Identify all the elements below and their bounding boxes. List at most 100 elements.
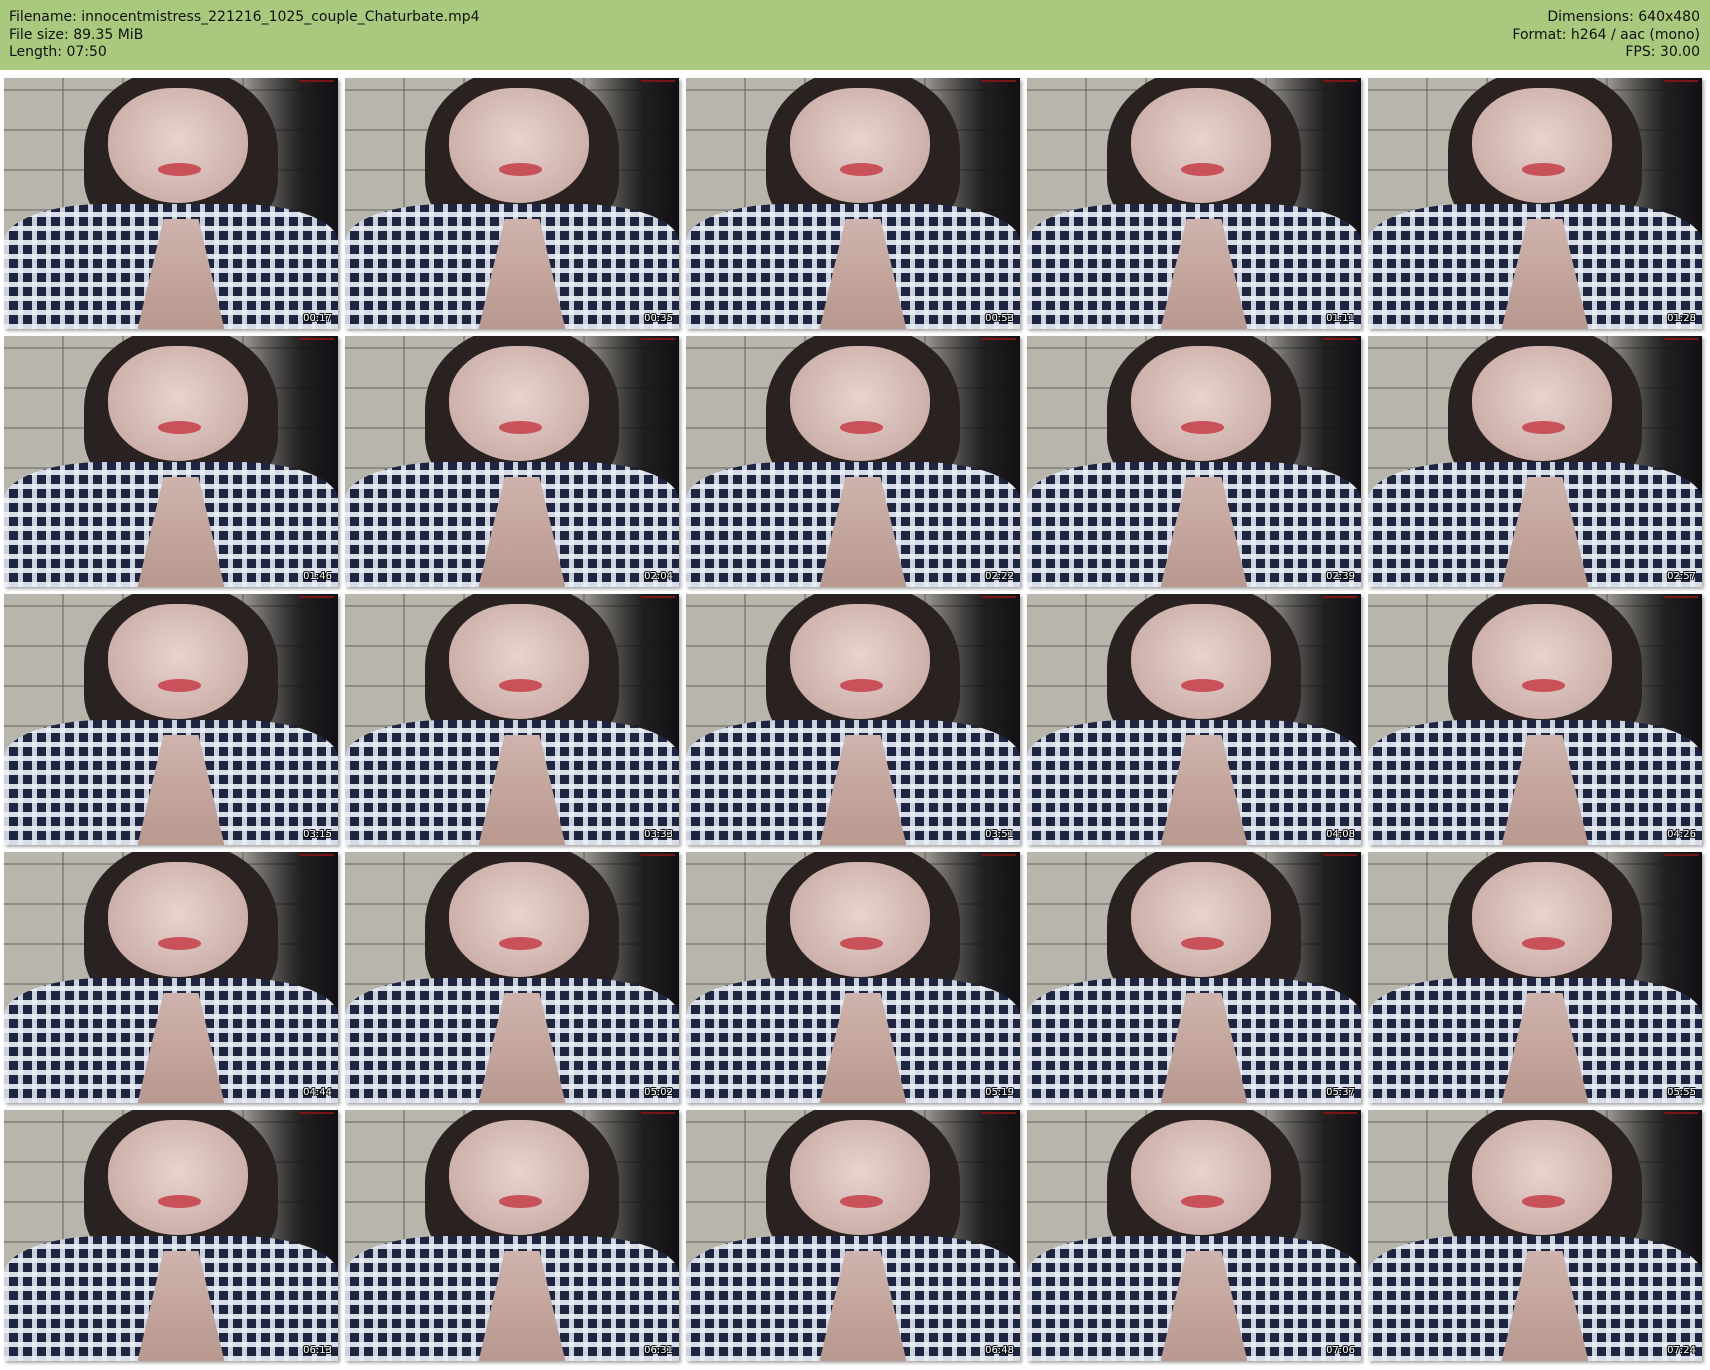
video-frame-thumbnail[interactable]: 05:19 bbox=[686, 852, 1020, 1103]
lips-shape bbox=[1180, 421, 1225, 434]
face-shape bbox=[789, 88, 930, 204]
video-frame-thumbnail[interactable]: 07:06 bbox=[1027, 1110, 1361, 1361]
video-frame-thumbnail[interactable]: 04:08 bbox=[1027, 594, 1361, 845]
video-frame-thumbnail[interactable]: 00:17 bbox=[4, 78, 338, 329]
recording-bar bbox=[300, 80, 334, 82]
lips-shape bbox=[1521, 937, 1566, 950]
recording-bar bbox=[1664, 596, 1698, 598]
frame-timestamp: 02:57 bbox=[1667, 571, 1696, 582]
frame-timestamp: 05:19 bbox=[985, 1087, 1014, 1098]
face-shape bbox=[107, 88, 248, 204]
video-frame-thumbnail[interactable]: 05:37 bbox=[1027, 852, 1361, 1103]
lips-shape bbox=[839, 163, 884, 176]
recording-bar bbox=[1664, 80, 1698, 82]
frame-timestamp: 07:24 bbox=[1667, 1345, 1696, 1356]
recording-bar bbox=[300, 596, 334, 598]
recording-bar bbox=[982, 338, 1016, 340]
video-frame-thumbnail[interactable]: 05:02 bbox=[345, 852, 679, 1103]
face-shape bbox=[448, 346, 589, 462]
lips-shape bbox=[1521, 679, 1566, 692]
video-frame-thumbnail[interactable]: 02:22 bbox=[686, 336, 1020, 587]
face-shape bbox=[1471, 604, 1612, 720]
video-frame-thumbnail[interactable]: 07:24 bbox=[1368, 1110, 1702, 1361]
format-label: Format: h264 / aac (mono) bbox=[1512, 26, 1700, 43]
face-shape bbox=[789, 862, 930, 978]
face-shape bbox=[1471, 88, 1612, 204]
lips-shape bbox=[1521, 1195, 1566, 1208]
frame-timestamp: 03:15 bbox=[303, 829, 332, 840]
frame-timestamp: 05:02 bbox=[644, 1087, 673, 1098]
recording-bar bbox=[641, 80, 675, 82]
dimensions-label: Dimensions: 640x480 bbox=[1547, 9, 1700, 25]
lips-shape bbox=[157, 937, 202, 950]
frame-timestamp: 03:33 bbox=[644, 829, 673, 840]
fps-label: FPS: 30.00 bbox=[1625, 44, 1700, 60]
thumbnail-grid: 00:17 00:35 00:53 01:11 01:28 01:46 02:04 02:22… bbox=[4, 78, 1706, 1364]
face-shape bbox=[789, 1120, 930, 1236]
video-frame-thumbnail[interactable]: 01:28 bbox=[1368, 78, 1702, 329]
video-frame-thumbnail[interactable]: 03:15 bbox=[4, 594, 338, 845]
video-frame-thumbnail[interactable]: 03:33 bbox=[345, 594, 679, 845]
length-label: Length: 07:50 bbox=[9, 44, 107, 60]
face-shape bbox=[107, 1120, 248, 1236]
lips-shape bbox=[839, 421, 884, 434]
video-frame-thumbnail[interactable]: 04:26 bbox=[1368, 594, 1702, 845]
lips-shape bbox=[157, 421, 202, 434]
face-shape bbox=[448, 1120, 589, 1236]
recording-bar bbox=[1323, 854, 1357, 856]
recording-bar bbox=[1323, 80, 1357, 82]
video-frame-thumbnail[interactable]: 02:57 bbox=[1368, 336, 1702, 587]
video-info: Dimensions: 640x480 Format: h264 / aac (… bbox=[1512, 9, 1700, 62]
filename-label: Filename: innocentmistress_221216_1025_c… bbox=[9, 9, 480, 25]
video-frame-thumbnail[interactable]: 06:31 bbox=[345, 1110, 679, 1361]
face-shape bbox=[448, 88, 589, 204]
frame-timestamp: 02:22 bbox=[985, 571, 1014, 582]
video-frame-thumbnail[interactable]: 01:46 bbox=[4, 336, 338, 587]
face-shape bbox=[789, 604, 930, 720]
frame-timestamp: 01:46 bbox=[303, 571, 332, 582]
frame-timestamp: 04:26 bbox=[1667, 829, 1696, 840]
video-frame-thumbnail[interactable]: 06:48 bbox=[686, 1110, 1020, 1361]
recording-bar bbox=[641, 596, 675, 598]
recording-bar bbox=[982, 1112, 1016, 1114]
recording-bar bbox=[1323, 596, 1357, 598]
face-shape bbox=[1130, 1120, 1271, 1236]
frame-timestamp: 00:53 bbox=[985, 313, 1014, 324]
video-frame-thumbnail[interactable]: 05:55 bbox=[1368, 852, 1702, 1103]
frame-timestamp: 06:13 bbox=[303, 1345, 332, 1356]
face-shape bbox=[107, 346, 248, 462]
video-frame-thumbnail[interactable]: 04:44 bbox=[4, 852, 338, 1103]
frame-timestamp: 02:04 bbox=[644, 571, 673, 582]
frame-timestamp: 05:37 bbox=[1326, 1087, 1355, 1098]
video-frame-thumbnail[interactable]: 02:04 bbox=[345, 336, 679, 587]
recording-bar bbox=[1664, 338, 1698, 340]
lips-shape bbox=[839, 937, 884, 950]
video-frame-thumbnail[interactable]: 03:51 bbox=[686, 594, 1020, 845]
video-frame-thumbnail[interactable]: 00:35 bbox=[345, 78, 679, 329]
face-shape bbox=[107, 862, 248, 978]
video-frame-thumbnail[interactable]: 06:13 bbox=[4, 1110, 338, 1361]
video-frame-thumbnail[interactable]: 01:11 bbox=[1027, 78, 1361, 329]
recording-bar bbox=[641, 1112, 675, 1114]
video-frame-thumbnail[interactable]: 02:39 bbox=[1027, 336, 1361, 587]
lips-shape bbox=[1521, 163, 1566, 176]
lips-shape bbox=[157, 1195, 202, 1208]
recording-bar bbox=[1664, 1112, 1698, 1114]
face-shape bbox=[1471, 346, 1612, 462]
lips-shape bbox=[1180, 679, 1225, 692]
frame-timestamp: 01:28 bbox=[1667, 313, 1696, 324]
face-shape bbox=[1130, 346, 1271, 462]
recording-bar bbox=[300, 1112, 334, 1114]
frame-timestamp: 00:35 bbox=[644, 313, 673, 324]
lips-shape bbox=[157, 679, 202, 692]
lips-shape bbox=[1180, 1195, 1225, 1208]
frame-timestamp: 06:31 bbox=[644, 1345, 673, 1356]
face-shape bbox=[448, 604, 589, 720]
info-header: Filename: innocentmistress_221216_1025_c… bbox=[0, 0, 1710, 70]
lips-shape bbox=[498, 1195, 543, 1208]
lips-shape bbox=[498, 421, 543, 434]
video-frame-thumbnail[interactable]: 00:53 bbox=[686, 78, 1020, 329]
frame-timestamp: 00:17 bbox=[303, 313, 332, 324]
frame-timestamp: 06:48 bbox=[985, 1345, 1014, 1356]
face-shape bbox=[1471, 1120, 1612, 1236]
